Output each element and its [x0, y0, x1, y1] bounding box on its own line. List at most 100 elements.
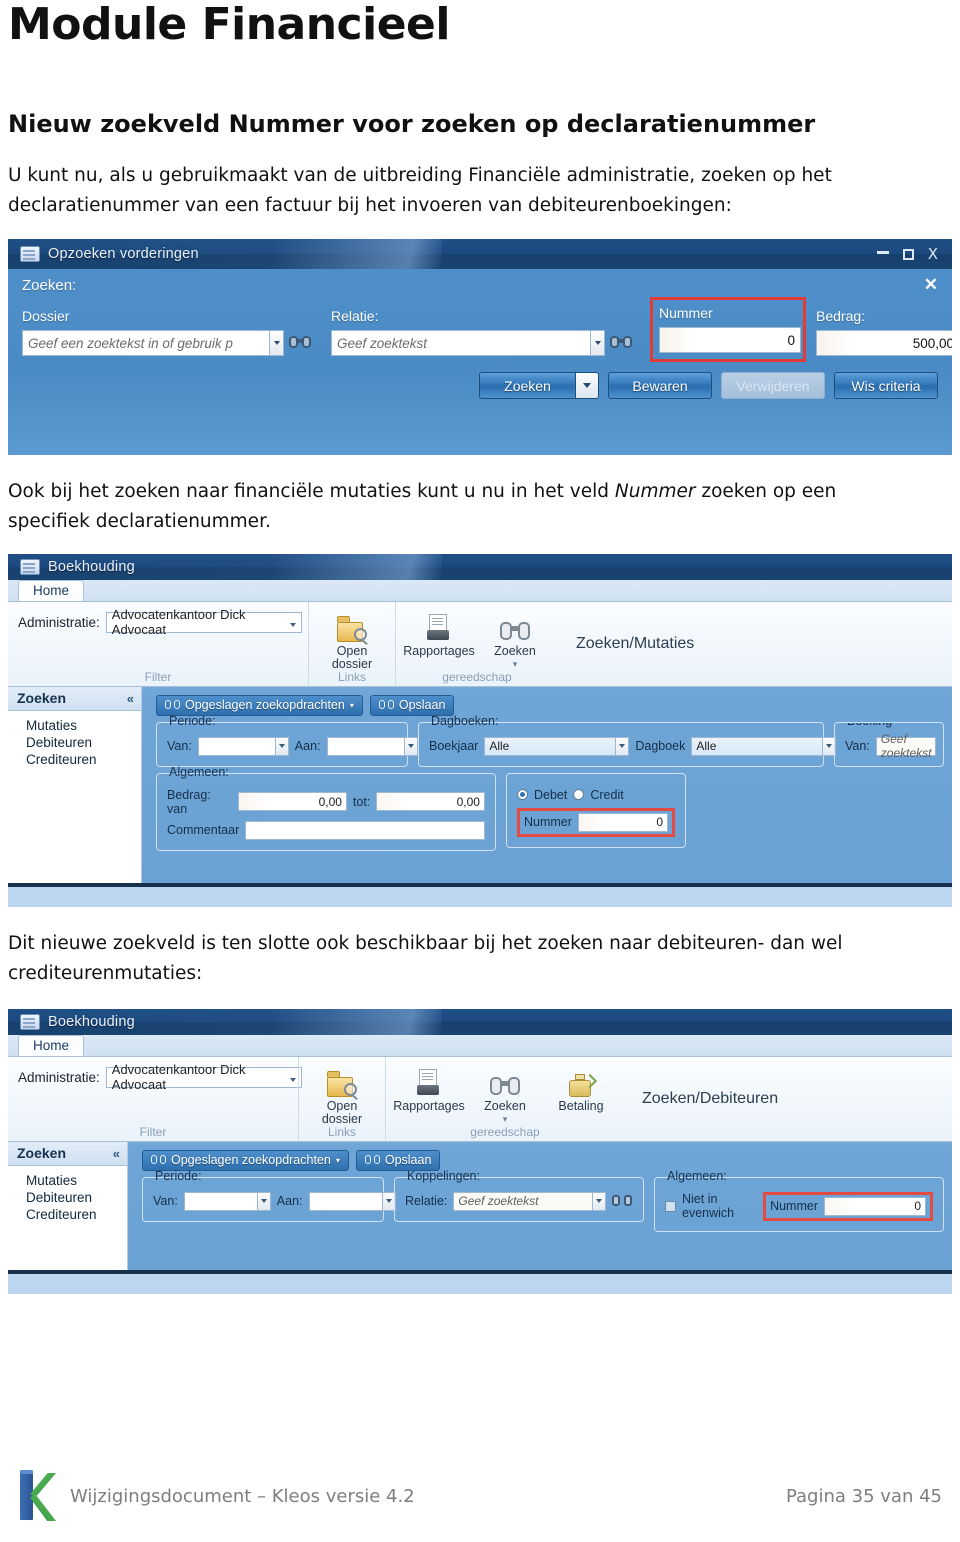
- collapse-icon-3[interactable]: «: [113, 1146, 120, 1161]
- rapportages-button-3[interactable]: Rapportages: [393, 1063, 465, 1114]
- chevron-down-icon-3[interactable]: [290, 1070, 296, 1085]
- nummer-label-2: Nummer: [524, 815, 572, 830]
- field-nummer-label: Nummer: [659, 305, 713, 322]
- group-algemeen-3: Algemeen: Niet in evenwich Nummer 0: [654, 1169, 944, 1232]
- window-title-2: Boekhouding: [48, 558, 135, 575]
- save-binoculars-icon-2: [378, 699, 394, 711]
- administratie-combo-2[interactable]: Advocatenkantoor Dick Advocaat: [105, 607, 302, 637]
- close-icon[interactable]: X: [928, 246, 938, 262]
- nummer-input[interactable]: 0: [659, 327, 801, 354]
- nav-item-debiteuren-2[interactable]: Debiteuren: [8, 734, 141, 751]
- window-controls[interactable]: X: [876, 246, 952, 262]
- periode-aan-combo-3[interactable]: [308, 1191, 396, 1211]
- dossier-dropdown-icon[interactable]: [270, 330, 284, 357]
- nav-item-debiteuren-3[interactable]: Debiteuren: [8, 1189, 127, 1206]
- nummer-input-2[interactable]: 0: [577, 812, 668, 832]
- left-nav-title-3: Zoeken: [17, 1145, 67, 1162]
- tab-home-3[interactable]: Home: [18, 1034, 85, 1056]
- minimize-icon[interactable]: [876, 251, 889, 255]
- boekjaar-dropdown-icon-2[interactable]: [616, 736, 630, 756]
- nummer-highlight-box-2: Nummer 0: [517, 807, 675, 837]
- bedrag-tot-input-2[interactable]: 0,00: [376, 792, 485, 812]
- betaling-button-3[interactable]: Betaling: [548, 1063, 614, 1114]
- window-icon-3: [20, 1013, 40, 1030]
- collapse-icon-2[interactable]: «: [127, 691, 134, 706]
- relatie-search-binoculars-icon[interactable]: [610, 332, 632, 354]
- boekjaar-combo-2[interactable]: Alle: [484, 736, 630, 756]
- nav-item-crediteuren-2[interactable]: Crediteuren: [8, 751, 141, 768]
- periode-van-dropdown-icon-2[interactable]: [275, 736, 289, 756]
- wis-criteria-button[interactable]: Wis criteria: [834, 372, 938, 400]
- periode-aan-input-3[interactable]: [308, 1191, 383, 1211]
- rapportages-button-2[interactable]: Rapportages: [403, 608, 475, 659]
- relatie-input-3[interactable]: Geef zoektekst: [453, 1191, 594, 1211]
- betaling-label-3: Betaling: [558, 1098, 604, 1113]
- administratie-value-3: Advocatenkantoor Dick Advocaat: [111, 1062, 246, 1093]
- nummer-label-3: Nummer: [770, 1199, 818, 1214]
- opslaan-button-3[interactable]: Opslaan: [355, 1149, 441, 1171]
- periode-aan-input-2[interactable]: [326, 736, 405, 756]
- zoeken-dropdown-icon[interactable]: [575, 372, 599, 400]
- dagboek-combo-2[interactable]: Alle: [691, 736, 837, 756]
- zoeken-caret-icon-2[interactable]: ▾: [513, 660, 518, 669]
- open-dossier-label-3: Open dossier: [321, 1098, 363, 1127]
- dagboeken-row-2: Boekjaar Alle Dagboek Alle: [429, 736, 837, 756]
- zoeken-button[interactable]: Zoeken: [479, 372, 575, 400]
- bedrag-van-input-2[interactable]: 0,00: [238, 792, 347, 812]
- ribbon-tabstrip-2: Home: [8, 579, 952, 602]
- tab-home-2[interactable]: Home: [18, 579, 85, 601]
- relatie-dropdown-icon-3[interactable]: [593, 1191, 607, 1211]
- boekjaar-value-2[interactable]: Alle: [484, 736, 617, 756]
- relatie-input[interactable]: Geef zoektekst: [331, 330, 591, 357]
- periode-aan-dropdown-icon-2[interactable]: [404, 736, 418, 756]
- zoeken-ribbon-button-3[interactable]: Zoeken ▾: [472, 1063, 538, 1124]
- dossier-combo[interactable]: Geef een zoektekst in of gebruik p: [22, 330, 311, 357]
- dossier-search-binoculars-icon[interactable]: [289, 332, 311, 354]
- chevron-down-icon-2[interactable]: [290, 615, 296, 630]
- nav-item-crediteuren-3[interactable]: Crediteuren: [8, 1206, 127, 1223]
- chevron-down-icon-2b[interactable]: ▾: [350, 701, 354, 710]
- bewaren-button[interactable]: Bewaren: [608, 372, 712, 400]
- maximize-icon[interactable]: [902, 248, 914, 260]
- bedrag-input[interactable]: 500,00: [816, 330, 952, 357]
- group-dagboeken-label-2: Dagboeken:: [431, 713, 499, 728]
- window-titlebar-3: Boekhouding: [8, 1008, 952, 1035]
- boeking-van-input-2[interactable]: Geef zoektekst: [875, 732, 937, 760]
- zoeken-caret-icon-3[interactable]: ▾: [503, 1115, 508, 1124]
- commentaar-input-2[interactable]: [245, 820, 485, 840]
- nummer-input-3[interactable]: 0: [824, 1196, 926, 1216]
- periode-aan-combo-2[interactable]: [326, 736, 418, 756]
- open-dossier-button-2[interactable]: Open dossier: [319, 608, 385, 672]
- credit-radio-2[interactable]: [573, 789, 585, 801]
- dossier-input[interactable]: Geef een zoektekst in of gebruik p: [22, 330, 270, 357]
- nav-item-mutaties-3[interactable]: Mutaties: [8, 1172, 127, 1189]
- debet-radio-2[interactable]: [517, 789, 528, 801]
- zoeken-split-button[interactable]: Zoeken: [479, 372, 599, 400]
- opgeslagen-zoekopdrachten-button-3[interactable]: Opgeslagen zoekopdrachten ▾: [142, 1149, 349, 1171]
- relatie-dropdown-icon[interactable]: [591, 330, 605, 357]
- administratie-combo-3[interactable]: Advocatenkantoor Dick Advocaat: [105, 1062, 302, 1092]
- periode-van-input-2[interactable]: [197, 736, 276, 756]
- periode-row-3: Van: Aan:: [153, 1191, 396, 1211]
- field-bedrag: Bedrag: 500,00: [816, 308, 952, 357]
- workarea-2: Zoeken « Mutaties Debiteuren Crediteuren…: [8, 686, 952, 883]
- periode-van-combo-3[interactable]: [183, 1191, 271, 1211]
- group-boeking-label-2: Boeking: [843, 723, 896, 728]
- opgeslagen-zoekopdrachten-button-2[interactable]: Opgeslagen zoekopdrachten ▾: [156, 694, 363, 716]
- relatie-combo[interactable]: Geef zoektekst: [331, 330, 632, 357]
- relatie-combo-3[interactable]: Geef zoektekst: [453, 1191, 607, 1211]
- niet-in-evenwicht-checkbox-3[interactable]: [665, 1200, 676, 1212]
- opslaan-button-2[interactable]: Opslaan: [369, 694, 455, 716]
- periode-van-combo-2[interactable]: [197, 736, 289, 756]
- window-icon-2: [20, 558, 40, 575]
- nav-item-mutaties-2[interactable]: Mutaties: [8, 717, 141, 734]
- paragraph-2: Ook bij het zoeken naar financiële mutat…: [8, 477, 913, 537]
- open-dossier-button-3[interactable]: Open dossier: [309, 1063, 375, 1127]
- periode-van-dropdown-icon-3[interactable]: [257, 1191, 271, 1211]
- dagboek-value-2[interactable]: Alle: [691, 736, 824, 756]
- zoeken-ribbon-button-2[interactable]: Zoeken ▾: [482, 608, 548, 669]
- relatie-search-binoculars-icon-3[interactable]: [612, 1194, 633, 1208]
- periode-van-input-3[interactable]: [183, 1191, 258, 1211]
- chevron-down-icon-3b[interactable]: ▾: [336, 1156, 340, 1165]
- panel-close-icon[interactable]: ✕: [924, 275, 938, 295]
